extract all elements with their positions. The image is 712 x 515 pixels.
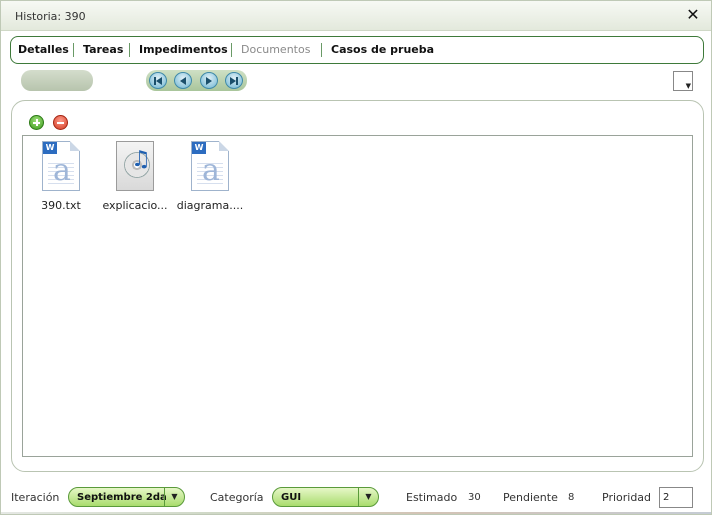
chevron-down-icon[interactable]: ▼ (164, 488, 184, 506)
tab-casos-de-prueba[interactable]: Casos de prueba (331, 43, 434, 56)
file-item[interactable]: ♫ explicacio... (95, 141, 175, 212)
toolbar-blank-button[interactable] (21, 70, 93, 91)
tab-bar: Detalles Tareas Impedimentos Documentos … (10, 36, 704, 64)
prioridad-label: Prioridad (602, 491, 652, 504)
tab-detalles[interactable]: Detalles (18, 43, 69, 56)
add-icon[interactable] (29, 115, 44, 130)
close-icon[interactable]: ✕ (685, 6, 701, 24)
first-page-icon[interactable] (149, 72, 167, 89)
file-item[interactable]: aW 390.txt (21, 141, 101, 212)
file-name: diagrama.... (176, 199, 244, 212)
tab-documentos[interactable]: Documentos (241, 43, 310, 56)
story-footer: Iteración Septiembre 2da ▼ Categoría GUI… (1, 484, 711, 510)
estimado-label: Estimado (406, 491, 458, 504)
remove-icon[interactable] (53, 115, 68, 130)
tab-impedimentos[interactable]: Impedimentos (139, 43, 228, 56)
categoria-value: GUI (281, 492, 302, 503)
tab-separator (73, 43, 74, 57)
categoria-select[interactable]: GUI ▼ (272, 487, 379, 507)
file-list: aW 390.txt ♫ explicacio... aW diagrama..… (22, 135, 693, 457)
pendiente-label: Pendiente (503, 491, 558, 504)
chevron-down-icon: ▼ (685, 82, 691, 90)
previous-page-icon[interactable] (174, 72, 192, 89)
tab-separator (129, 43, 130, 57)
text-document-icon: aW (191, 141, 229, 191)
chevron-down-icon[interactable]: ▼ (358, 488, 378, 506)
iteracion-value: Septiembre 2da (77, 492, 167, 503)
pendiente-value: 8 (568, 492, 575, 503)
prioridad-input[interactable]: 2 (659, 487, 693, 508)
pagination-group (146, 70, 247, 91)
window-title: Historia: 390 (15, 10, 86, 23)
tab-separator (321, 43, 322, 57)
categoria-label: Categoría (210, 491, 264, 504)
iteracion-label: Iteración (11, 491, 60, 504)
historia-dialog: Historia: 390 ✕ Detalles Tareas Impedime… (0, 0, 712, 515)
file-item[interactable]: aW diagrama.... (170, 141, 250, 212)
view-mode-selector[interactable]: ▼ (673, 71, 693, 91)
file-name: explicacio... (102, 199, 168, 212)
file-name: 390.txt (41, 199, 81, 212)
tab-tareas[interactable]: Tareas (83, 43, 123, 56)
iteracion-select[interactable]: Septiembre 2da ▼ (68, 487, 185, 507)
next-page-icon[interactable] (200, 72, 218, 89)
last-page-icon[interactable] (225, 72, 243, 89)
tab-separator (231, 43, 232, 57)
title-bar[interactable]: Historia: 390 ✕ (1, 1, 711, 31)
audio-file-icon: ♫ (116, 141, 154, 191)
estimado-value: 30 (468, 492, 481, 503)
text-document-icon: aW (42, 141, 80, 191)
